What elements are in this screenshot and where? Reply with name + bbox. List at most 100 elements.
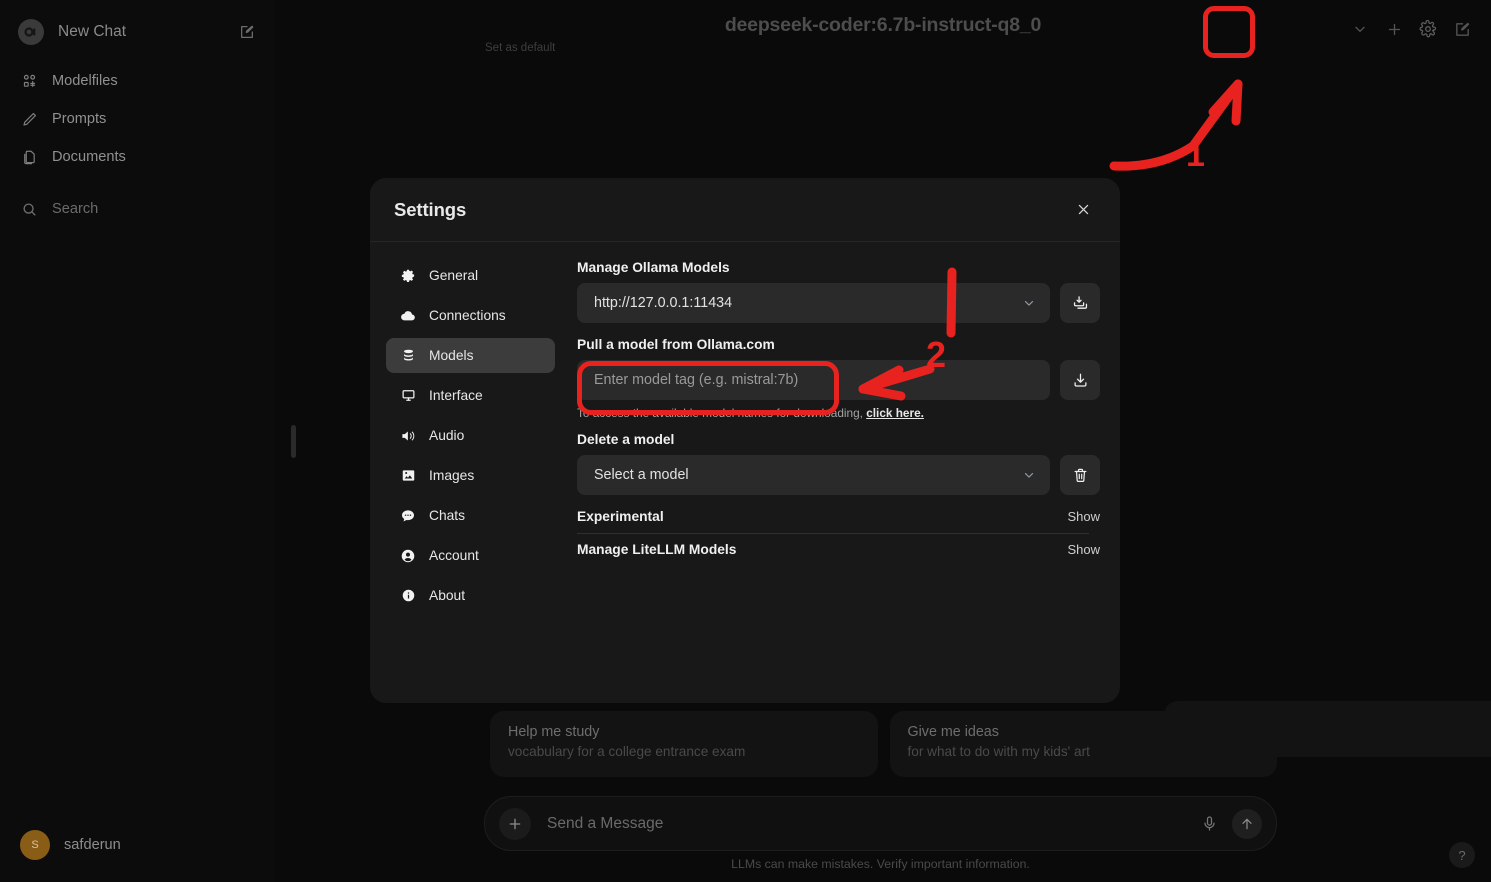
pull-model-label: Pull a model from Ollama.com [577,337,775,352]
settings-tab-about[interactable]: About [386,578,555,613]
suggestion-card[interactable]: Help me study vocabulary for a college e… [490,711,878,777]
model-header: deepseek-coder:6.7b-instruct-q8_0 Set as… [275,14,1491,54]
settings-tab-chats[interactable]: Chats [386,498,555,533]
documents-icon [19,147,39,167]
chevron-down-icon[interactable] [1022,455,1036,495]
user-name-label: safderun [64,837,121,853]
settings-tab-label: Images [429,468,475,483]
download-all-icon[interactable] [1060,283,1100,323]
settings-tab-general[interactable]: General [386,258,555,293]
sidebar-item-label: Modelfiles [52,73,118,89]
settings-tab-label: Audio [429,428,465,443]
pencil-icon [19,109,39,129]
hint-text: To access the available model names for … [577,406,863,420]
model-names-hint: To access the available model names for … [577,406,1100,420]
ollama-url-input[interactable] [594,295,1016,311]
settings-tab-label: Chats [429,508,466,523]
edit-square-icon[interactable] [1447,14,1477,44]
ollama-url-row [577,283,1100,323]
sidebar-search[interactable]: Search [12,192,263,226]
close-icon[interactable] [1070,197,1096,223]
sidebar-item-label: Documents [52,149,126,165]
sidebar-nav: Modelfiles Prompts Documents [0,64,275,178]
click-here-link[interactable]: click here. [866,406,924,420]
litellm-title: Manage LiteLLM Models [577,542,737,557]
manage-ollama-label: Manage Ollama Models [577,260,730,275]
edit-square-icon[interactable] [237,22,257,42]
image-icon [399,467,417,485]
settings-tab-label: Connections [429,308,506,323]
message-input[interactable] [547,814,1196,833]
experimental-title: Experimental [577,509,664,524]
settings-tab-interface[interactable]: Interface [386,378,555,413]
avatar: S [20,830,50,860]
message-composer [484,796,1277,851]
settings-tab-label: Interface [429,388,483,403]
page-title: deepseek-coder:6.7b-instruct-q8_0 [724,14,1042,36]
sidebar-item-label: Prompts [52,111,107,127]
sidebar-item-documents[interactable]: Documents [12,140,263,174]
delete-model-select[interactable] [577,455,1050,495]
search-icon [19,199,39,219]
send-button[interactable] [1232,808,1262,839]
settings-nav: General Connections Models Interface Aud… [386,258,561,683]
openwebui-logo-icon [18,19,44,45]
delete-model-label: Delete a model [577,432,675,447]
settings-modal-title: Settings [394,198,467,220]
settings-tab-connections[interactable]: Connections [386,298,555,333]
chat-bubble-icon [399,507,417,525]
model-tag-input[interactable] [594,372,1016,388]
suggestion-list: Help me study vocabulary for a college e… [490,711,1277,777]
sidebar-item-prompts[interactable]: Prompts [12,102,263,136]
settings-tab-label: General [429,268,479,283]
model-tag-field[interactable] [577,360,1050,400]
suggestion-subtitle: vocabulary for a college entrance exam [508,744,746,759]
sidebar-search-label: Search [52,201,99,217]
litellm-show-button[interactable]: Show [1067,542,1100,557]
download-icon[interactable] [1060,360,1100,400]
app-root: New Chat Modelfiles Prompts Documents Se… [0,0,1491,882]
suggestion-card[interactable]: Give me ideas for what to do with my kid… [889,711,1277,777]
new-chat-button[interactable]: New Chat [12,14,263,50]
user-account-button[interactable]: S safderun [12,822,263,868]
chevron-down-icon[interactable] [1345,14,1375,44]
experimental-show-button[interactable]: Show [1067,509,1100,524]
delete-model-input[interactable] [594,467,1016,483]
experimental-section: Experimental Show [577,509,1100,533]
new-chat-label: New Chat [58,23,127,40]
settings-tab-images[interactable]: Images [386,458,555,493]
user-circle-icon [399,547,417,565]
settings-modal-header: Settings [370,178,1120,242]
modelfiles-icon [19,71,39,91]
settings-gear-button[interactable] [1413,14,1443,44]
ollama-url-select[interactable] [577,283,1050,323]
sidebar-item-modelfiles[interactable]: Modelfiles [12,64,263,98]
pull-model-row [577,360,1100,400]
speaker-icon [399,427,417,445]
help-button[interactable]: ? [1449,842,1475,868]
settings-modal-body: General Connections Models Interface Aud… [370,242,1120,703]
trash-icon[interactable] [1060,455,1100,495]
settings-tab-audio[interactable]: Audio [386,418,555,453]
settings-tab-label: Account [429,548,479,563]
suggestion-title: Help me study [508,724,600,740]
info-circle-icon [399,587,417,605]
settings-tab-models[interactable]: Models [386,338,555,373]
settings-tab-account[interactable]: Account [386,538,555,573]
settings-tab-label: Models [429,348,474,363]
microphone-icon[interactable] [1196,811,1222,837]
settings-tab-label: About [429,588,466,603]
topbar-actions [1345,14,1477,44]
left-sidebar: New Chat Modelfiles Prompts Documents Se… [0,0,275,882]
settings-modal: Settings General Connections Models Inte… [370,178,1120,703]
delete-model-row [577,455,1100,495]
set-as-default-label[interactable]: Set as default [485,42,555,54]
litellm-section: Manage LiteLLM Models Show [577,542,1100,566]
sidebar-resize-handle[interactable] [291,425,296,458]
attach-plus-button[interactable] [499,807,531,840]
chevron-down-icon[interactable] [1022,283,1036,323]
gear-icon [399,267,417,285]
plus-icon[interactable] [1379,14,1409,44]
suggestion-title: Give me ideas [907,724,999,740]
